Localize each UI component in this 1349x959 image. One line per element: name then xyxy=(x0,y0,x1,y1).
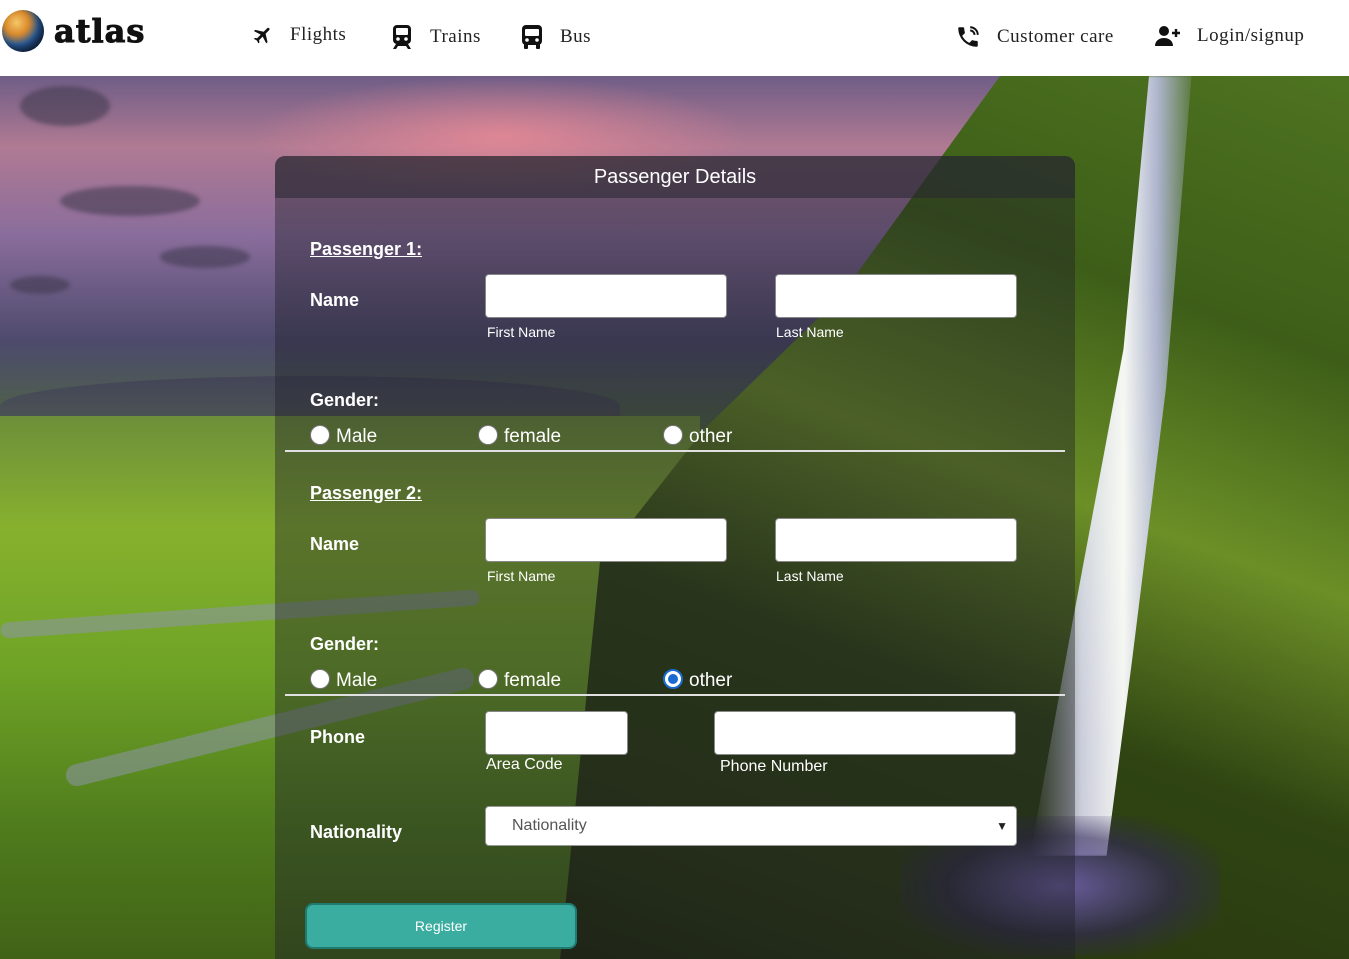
radio-label: female xyxy=(504,670,562,691)
radio-button-selected[interactable] xyxy=(663,669,683,689)
section-divider xyxy=(285,450,1065,452)
nav-trains[interactable]: Trains xyxy=(390,24,481,50)
nav-trains-label: Trains xyxy=(430,26,481,47)
phone-number-input[interactable] xyxy=(714,711,1016,755)
passenger-2-name-label: Name xyxy=(310,534,360,554)
cloud xyxy=(10,276,70,294)
nationality-selected-value: Nationality xyxy=(512,817,587,834)
passenger-2-heading: Passenger 2: xyxy=(310,483,423,503)
radio-label: other xyxy=(689,426,733,447)
passenger-2-last-name-hint: Last Name xyxy=(776,568,844,584)
passenger-2-gender-other[interactable]: other xyxy=(663,669,733,692)
passenger-2-first-name-hint: First Name xyxy=(487,568,556,584)
globe-icon xyxy=(2,10,44,52)
passenger-1-name-label: Name xyxy=(310,290,360,310)
passenger-1-last-name-hint: Last Name xyxy=(776,324,844,340)
section-divider xyxy=(285,694,1065,696)
passenger-2-gender-label: Gender: xyxy=(310,634,380,654)
nationality-label: Nationality xyxy=(310,822,403,842)
passenger-2-first-name-input[interactable] xyxy=(485,518,727,562)
radio-button[interactable] xyxy=(663,425,683,445)
radio-button[interactable] xyxy=(478,669,498,689)
top-nav-bar: atlas Flights Trains Bus Customer care L… xyxy=(0,0,1349,76)
passenger-1-last-name-input[interactable] xyxy=(775,274,1017,318)
airplane-icon xyxy=(253,27,270,44)
passenger-1-gender-other[interactable]: other xyxy=(663,425,733,448)
passenger-1-gender-male[interactable]: Male xyxy=(310,425,378,448)
passenger-1-first-name-hint: First Name xyxy=(487,324,556,340)
nationality-select[interactable]: Nationality ▼ xyxy=(485,806,1017,846)
radio-label: female xyxy=(504,426,562,447)
nav-login-signup-label: Login/signup xyxy=(1197,25,1305,46)
radio-label: other xyxy=(689,670,733,691)
area-code-input[interactable] xyxy=(485,711,628,755)
area-code-hint: Area Code xyxy=(486,756,563,773)
nav-login-signup[interactable]: Login/signup xyxy=(1155,24,1304,48)
logo-text: atlas xyxy=(53,12,146,51)
radio-label: Male xyxy=(336,426,378,447)
phone-label: Phone xyxy=(310,727,366,747)
bus-icon xyxy=(522,25,542,49)
radio-button[interactable] xyxy=(478,425,498,445)
passenger-2-gender-female[interactable]: female xyxy=(478,669,562,692)
nav-flights[interactable]: Flights xyxy=(252,24,346,46)
passenger-1-heading: Passenger 1: xyxy=(310,239,423,259)
chevron-down-icon: ▼ xyxy=(996,819,1008,833)
nav-customer-care-label: Customer care xyxy=(997,26,1114,47)
passenger-2-gender-male[interactable]: Male xyxy=(310,669,378,692)
nav-flights-label: Flights xyxy=(290,24,347,45)
logo[interactable]: atlas xyxy=(2,10,145,52)
cloud xyxy=(160,246,250,268)
nav-customer-care[interactable]: Customer care xyxy=(955,24,1114,50)
form-title: Passenger Details xyxy=(275,156,1075,198)
register-button[interactable]: Register xyxy=(305,903,577,949)
phone-icon xyxy=(958,26,979,47)
radio-button[interactable] xyxy=(310,425,330,445)
radio-button[interactable] xyxy=(310,669,330,689)
passenger-form-panel: Passenger Details Passenger 1: Name Firs… xyxy=(275,156,1075,959)
passenger-1-gender-female[interactable]: female xyxy=(478,425,562,448)
nav-bus[interactable]: Bus xyxy=(520,24,591,50)
passenger-1-gender-label: Gender: xyxy=(310,390,380,410)
passenger-1-first-name-input[interactable] xyxy=(485,274,727,318)
user-plus-icon xyxy=(1155,26,1180,46)
cloud xyxy=(20,86,110,126)
passenger-2-last-name-input[interactable] xyxy=(775,518,1017,562)
nav-bus-label: Bus xyxy=(560,26,592,47)
radio-label: Male xyxy=(336,670,378,691)
cloud xyxy=(60,186,200,216)
phone-number-hint: Phone Number xyxy=(720,758,828,775)
train-icon xyxy=(393,25,411,49)
